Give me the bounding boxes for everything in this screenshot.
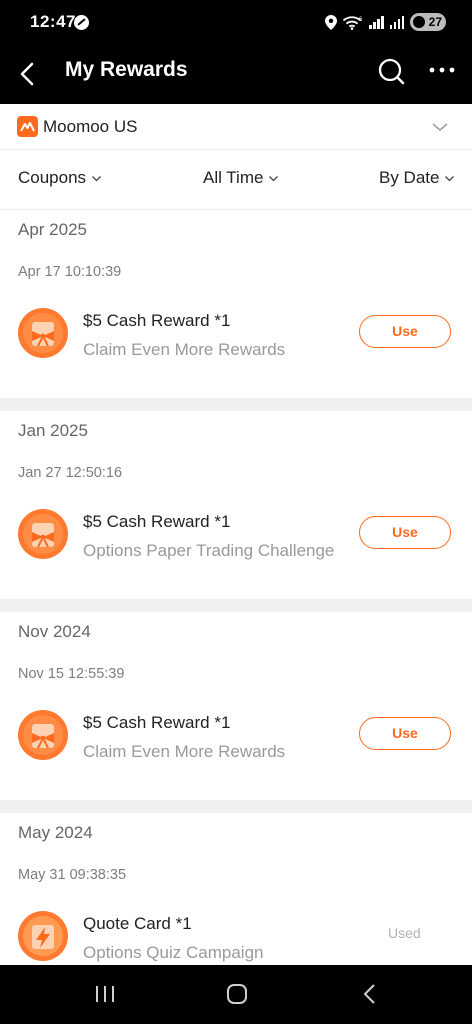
section-month: May 2024: [18, 823, 93, 842]
used-status-label: Used: [388, 925, 421, 941]
reward-item[interactable]: $5 Cash Reward *1 Claim Even More Reward…: [0, 290, 472, 388]
use-button[interactable]: Use: [359, 717, 451, 750]
status-bar: 12:47 6 27: [0, 0, 472, 44]
app-bar: My Rewards: [0, 44, 472, 104]
reward-item[interactable]: $5 Cash Reward *1 Claim Even More Reward…: [0, 692, 472, 790]
section-month: Jan 2025: [18, 421, 88, 440]
page-title: My Rewards: [65, 58, 188, 81]
back-chevron-icon: [363, 984, 375, 1004]
location-icon: [325, 14, 337, 30]
reward-campaign: Claim Even More Rewards: [83, 742, 286, 761]
reward-title: $5 Cash Reward *1: [83, 512, 231, 531]
reward-item[interactable]: $5 Cash Reward *1 Options Paper Trading …: [0, 491, 472, 589]
reward-section: Nov 2024 Nov 15 12:55:39 $5 Cash Reward …: [0, 612, 472, 800]
filter-sort-dropdown[interactable]: By Date: [379, 168, 455, 188]
reward-title: $5 Cash Reward *1: [83, 713, 231, 732]
section-date: Jan 27 12:50:16: [18, 465, 123, 481]
reward-title: $5 Cash Reward *1: [83, 311, 231, 330]
signal-icon: [369, 15, 384, 29]
moomoo-logo-icon: [17, 116, 38, 137]
notification-icon: [74, 15, 89, 30]
reward-campaign: Options Quiz Campaign: [83, 943, 264, 962]
recent-apps-button[interactable]: [91, 981, 121, 1009]
section-divider: [0, 398, 472, 411]
signal-icon-2: [389, 15, 404, 29]
account-selector[interactable]: Moomoo US: [0, 104, 472, 150]
filter-sort-label: By Date: [379, 168, 440, 187]
reward-campaign: Options Paper Trading Challenge: [83, 541, 335, 560]
reward-section: Jan 2025 Jan 27 12:50:16 $5 Cash Reward …: [0, 411, 472, 599]
back-button[interactable]: [12, 56, 48, 92]
use-button[interactable]: Use: [359, 516, 451, 549]
gift-coupon-icon: [18, 308, 68, 358]
more-dots-icon: [429, 67, 455, 73]
home-icon: [227, 984, 247, 1004]
recent-apps-icon: [96, 986, 114, 1002]
section-month: Nov 2024: [18, 622, 91, 641]
gift-coupon-icon: [18, 710, 68, 760]
reward-campaign: Claim Even More Rewards: [83, 340, 286, 359]
section-date: Nov 15 12:55:39: [18, 666, 125, 682]
reward-item[interactable]: Quote Card *1 Options Quiz Campaign Used: [0, 893, 472, 965]
system-nav-bar: [0, 965, 472, 1024]
filter-type-label: Coupons: [18, 168, 87, 187]
wifi-icon: 6: [343, 15, 363, 30]
chevron-down-icon: [92, 175, 102, 181]
search-button[interactable]: [376, 56, 408, 88]
back-arrow-icon: [20, 62, 34, 86]
status-time: 12:47: [30, 12, 76, 31]
status-icons: 6 27: [325, 11, 446, 33]
filter-period-dropdown[interactable]: All Time: [203, 168, 279, 188]
rewards-content: Moomoo US Coupons All Time By Date Apr 2…: [0, 104, 472, 965]
chevron-down-icon: [269, 175, 279, 181]
lightning-card-icon: [18, 911, 68, 961]
chevron-down-icon: [432, 123, 448, 131]
search-icon: [378, 58, 405, 85]
system-back-button[interactable]: [354, 981, 384, 1009]
more-options-button[interactable]: [427, 56, 459, 88]
svg-text:6: 6: [359, 17, 363, 23]
filter-bar: Coupons All Time By Date: [0, 150, 472, 210]
reward-section: May 2024 May 31 09:38:35 Quote Card *1 O…: [0, 813, 472, 965]
section-date: Apr 17 10:10:39: [18, 264, 122, 280]
reward-title: Quote Card *1: [83, 914, 192, 933]
section-divider: [0, 599, 472, 612]
section-date: May 31 09:38:35: [18, 867, 127, 883]
use-button[interactable]: Use: [359, 315, 451, 348]
account-name: Moomoo US: [43, 117, 138, 136]
section-month: Apr 2025: [18, 220, 87, 239]
filter-type-dropdown[interactable]: Coupons: [18, 168, 102, 188]
filter-period-label: All Time: [203, 168, 264, 187]
gift-coupon-icon: [18, 509, 68, 559]
reward-section: Apr 2025 Apr 17 10:10:39 $5 Cash Reward …: [0, 210, 472, 398]
section-divider: [0, 800, 472, 813]
battery-indicator: 27: [410, 13, 446, 31]
chevron-down-icon: [445, 175, 455, 181]
home-button[interactable]: [222, 981, 252, 1009]
